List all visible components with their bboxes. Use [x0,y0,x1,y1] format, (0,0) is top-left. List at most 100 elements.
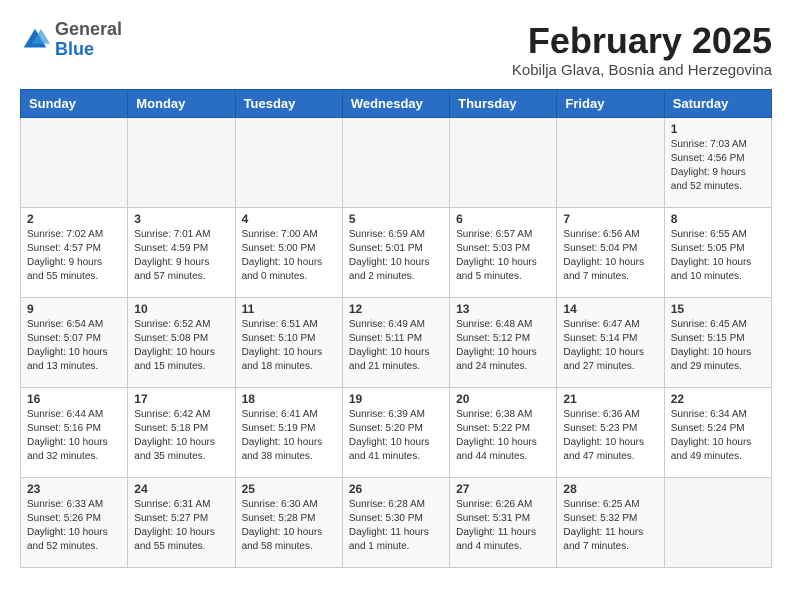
day-info: Sunrise: 6:42 AM Sunset: 5:18 PM Dayligh… [134,408,228,464]
day-info: Sunrise: 6:55 AM Sunset: 5:05 PM Dayligh… [671,228,765,284]
day-number: 1 [671,122,765,136]
day-number: 26 [349,482,443,496]
day-number: 22 [671,392,765,406]
day-number: 17 [134,392,228,406]
day-number: 9 [27,302,121,316]
day-number: 14 [563,302,657,316]
day-cell: 5Sunrise: 6:59 AM Sunset: 5:01 PM Daylig… [342,208,449,298]
day-info: Sunrise: 6:31 AM Sunset: 5:27 PM Dayligh… [134,498,228,554]
day-number: 24 [134,482,228,496]
day-cell [557,118,664,208]
day-cell: 12Sunrise: 6:49 AM Sunset: 5:11 PM Dayli… [342,298,449,388]
day-number: 21 [563,392,657,406]
day-cell: 25 Sunrise: 6:30 AM Sunset: 5:28 PM Dayli… [235,478,342,568]
day-info: Sunrise: 7:03 AM Sunset: 4:56 PM Dayligh… [671,138,765,194]
day-number: 18 [242,392,336,406]
calendar-table: SundayMondayTuesdayWednesdayThursdayFrid… [20,89,772,568]
logo-general: General [55,20,122,40]
weekday-header-friday: Friday [557,90,664,118]
day-number: 3 [134,212,228,226]
day-cell: 26 Sunrise: 6:28 AM Sunset: 5:30 PM Dayli… [342,478,449,568]
day-number: 15 [671,302,765,316]
page-header: General Blue February 2025 Kobilja Glava… [20,20,772,79]
day-info: Sunrise: 6:25 AM Sunset: 5:32 PM Dayligh… [563,498,657,554]
weekday-header-wednesday: Wednesday [342,90,449,118]
day-number: 8 [671,212,765,226]
day-cell: 4 Sunrise: 7:00 AM Sunset: 5:00 PM Daylig… [235,208,342,298]
day-number: 13 [456,302,550,316]
day-cell: 21 Sunrise: 6:36 AM Sunset: 5:23 PM Dayli… [557,388,664,478]
day-info: Sunrise: 6:48 AM Sunset: 5:12 PM Dayligh… [456,318,550,374]
day-info: Sunrise: 6:45 AM Sunset: 5:15 PM Dayligh… [671,318,765,374]
day-number: 4 [242,212,336,226]
logo-blue: Blue [55,40,122,60]
weekday-header-tuesday: Tuesday [235,90,342,118]
day-number: 23 [27,482,121,496]
day-cell [128,118,235,208]
week-row-1: 1 Sunrise: 7:03 AM Sunset: 4:56 PM Daylig… [21,118,772,208]
day-info: Sunrise: 7:02 AM Sunset: 4:57 PM Dayligh… [27,228,121,284]
logo-icon [20,25,50,55]
day-cell: 17 Sunrise: 6:42 AM Sunset: 5:18 PM Dayli… [128,388,235,478]
day-cell: 20Sunrise: 6:38 AM Sunset: 5:22 PM Dayli… [450,388,557,478]
day-cell [21,118,128,208]
day-number: 25 [242,482,336,496]
month-title: February 2025 [512,20,772,62]
day-info: Sunrise: 6:44 AM Sunset: 5:16 PM Dayligh… [27,408,121,464]
day-cell: 23Sunrise: 6:33 AM Sunset: 5:26 PM Dayli… [21,478,128,568]
day-cell: 1 Sunrise: 7:03 AM Sunset: 4:56 PM Daylig… [664,118,771,208]
day-info: Sunrise: 6:57 AM Sunset: 5:03 PM Dayligh… [456,228,550,284]
day-info: Sunrise: 6:30 AM Sunset: 5:28 PM Dayligh… [242,498,336,554]
day-cell: 9 Sunrise: 6:54 AM Sunset: 5:07 PM Daylig… [21,298,128,388]
day-cell: 16Sunrise: 6:44 AM Sunset: 5:16 PM Dayli… [21,388,128,478]
day-number: 28 [563,482,657,496]
day-info: Sunrise: 6:26 AM Sunset: 5:31 PM Dayligh… [456,498,550,554]
day-number: 6 [456,212,550,226]
day-number: 19 [349,392,443,406]
day-cell: 27 Sunrise: 6:26 AM Sunset: 5:31 PM Dayli… [450,478,557,568]
day-number: 5 [349,212,443,226]
day-cell [450,118,557,208]
day-cell: 7Sunrise: 6:56 AM Sunset: 5:04 PM Daylig… [557,208,664,298]
day-cell: 24 Sunrise: 6:31 AM Sunset: 5:27 PM Dayli… [128,478,235,568]
day-cell: 10 Sunrise: 6:52 AM Sunset: 5:08 PM Dayli… [128,298,235,388]
week-row-4: 16Sunrise: 6:44 AM Sunset: 5:16 PM Dayli… [21,388,772,478]
day-cell: 8 Sunrise: 6:55 AM Sunset: 5:05 PM Daylig… [664,208,771,298]
day-info: Sunrise: 7:01 AM Sunset: 4:59 PM Dayligh… [134,228,228,284]
day-cell: 2 Sunrise: 7:02 AM Sunset: 4:57 PM Daylig… [21,208,128,298]
day-number: 11 [242,302,336,316]
weekday-header-row: SundayMondayTuesdayWednesdayThursdayFrid… [21,90,772,118]
day-info: Sunrise: 6:52 AM Sunset: 5:08 PM Dayligh… [134,318,228,374]
day-cell [342,118,449,208]
day-number: 2 [27,212,121,226]
day-cell: 28 Sunrise: 6:25 AM Sunset: 5:32 PM Dayli… [557,478,664,568]
day-cell: 13 Sunrise: 6:48 AM Sunset: 5:12 PM Dayli… [450,298,557,388]
day-info: Sunrise: 6:51 AM Sunset: 5:10 PM Dayligh… [242,318,336,374]
day-info: Sunrise: 6:28 AM Sunset: 5:30 PM Dayligh… [349,498,443,554]
day-info: Sunrise: 7:00 AM Sunset: 5:00 PM Dayligh… [242,228,336,284]
day-cell: 14 Sunrise: 6:47 AM Sunset: 5:14 PM Dayli… [557,298,664,388]
day-info: Sunrise: 6:36 AM Sunset: 5:23 PM Dayligh… [563,408,657,464]
day-info: Sunrise: 6:47 AM Sunset: 5:14 PM Dayligh… [563,318,657,374]
day-number: 20 [456,392,550,406]
day-info: Sunrise: 6:56 AM Sunset: 5:04 PM Dayligh… [563,228,657,284]
week-row-3: 9 Sunrise: 6:54 AM Sunset: 5:07 PM Daylig… [21,298,772,388]
logo: General Blue [20,20,122,60]
location-subtitle: Kobilja Glava, Bosnia and Herzegovina [512,62,772,79]
weekday-header-sunday: Sunday [21,90,128,118]
day-cell: 18Sunrise: 6:41 AM Sunset: 5:19 PM Dayli… [235,388,342,478]
day-cell [664,478,771,568]
day-cell: 15 Sunrise: 6:45 AM Sunset: 5:15 PM Dayli… [664,298,771,388]
week-row-5: 23Sunrise: 6:33 AM Sunset: 5:26 PM Dayli… [21,478,772,568]
day-info: Sunrise: 6:54 AM Sunset: 5:07 PM Dayligh… [27,318,121,374]
day-info: Sunrise: 6:34 AM Sunset: 5:24 PM Dayligh… [671,408,765,464]
logo-text: General Blue [55,20,122,60]
day-number: 12 [349,302,443,316]
day-number: 27 [456,482,550,496]
day-cell: 3 Sunrise: 7:01 AM Sunset: 4:59 PM Daylig… [128,208,235,298]
day-cell: 19Sunrise: 6:39 AM Sunset: 5:20 PM Dayli… [342,388,449,478]
day-number: 10 [134,302,228,316]
title-block: February 2025 Kobilja Glava, Bosnia and … [512,20,772,79]
weekday-header-saturday: Saturday [664,90,771,118]
day-cell: 11 Sunrise: 6:51 AM Sunset: 5:10 PM Dayli… [235,298,342,388]
